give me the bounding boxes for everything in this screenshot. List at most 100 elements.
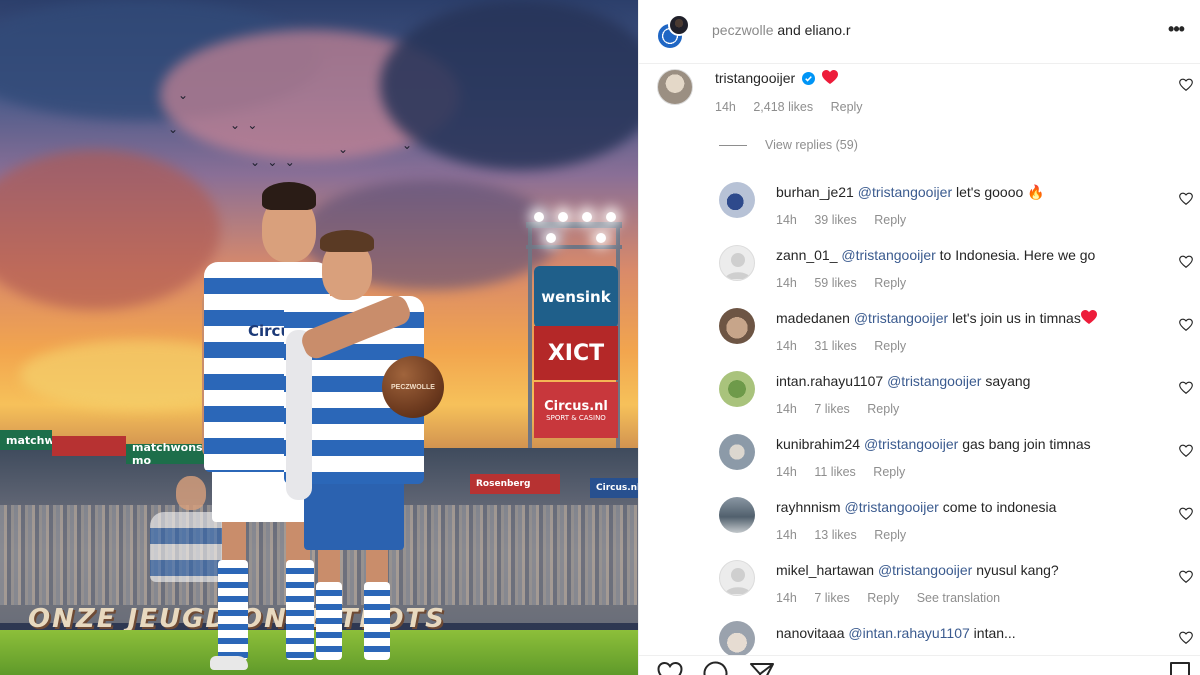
comment-mention[interactable]: @tristangooijer (887, 373, 981, 389)
view-replies-button[interactable]: View replies (59) (719, 138, 858, 152)
post-header: peczwolle and eliano.r ••• (639, 0, 1200, 64)
avatar[interactable] (719, 497, 755, 533)
reply-button[interactable]: Reply (873, 465, 905, 479)
avatar[interactable] (719, 371, 755, 407)
comment-panel: peczwolle and eliano.r ••• tristangooije… (638, 0, 1200, 675)
comment-time: 14h (776, 339, 797, 353)
reply-comment: nanovitaaa @intan.rahayu1107 intan... (639, 619, 1200, 655)
cloud (0, 150, 220, 310)
like-comment-icon[interactable] (1179, 570, 1193, 584)
comment-username[interactable]: nanovitaaa (776, 625, 845, 641)
avatar-placeholder[interactable] (719, 245, 755, 281)
comment-body: nyusul kang? (976, 562, 1059, 578)
comment-username[interactable]: intan.rahayu1107 (776, 373, 883, 389)
comment-likes[interactable]: 59 likes (814, 276, 856, 290)
comment-mention[interactable]: @tristangooijer (844, 499, 938, 515)
reply-button[interactable]: Reply (874, 213, 906, 227)
see-translation-button[interactable]: See translation (917, 591, 1000, 605)
comment-username[interactable]: tristangooijer (715, 70, 795, 86)
like-comment-icon[interactable] (1179, 318, 1193, 332)
like-comment-icon[interactable] (1179, 631, 1193, 645)
floodlight (558, 212, 568, 222)
comment-text: kunibrahim24 @tristangooijer gas bang jo… (776, 436, 1091, 452)
collab-avatars[interactable] (656, 14, 690, 50)
share-icon[interactable] (749, 661, 775, 675)
billboard-text: Circus.nl (544, 398, 608, 414)
ad-board-text: Circus.nl (596, 483, 638, 493)
comment-likes[interactable]: 11 likes (814, 465, 855, 479)
comment-username[interactable]: zann_01_ (776, 247, 838, 263)
comment-username[interactable]: burhan_je21 (776, 184, 854, 200)
reply-button[interactable]: Reply (874, 339, 906, 353)
like-comment-icon[interactable] (1179, 444, 1193, 458)
author-link[interactable]: eliano.r (805, 22, 851, 38)
ad-board: Circus.nl (590, 478, 638, 498)
post-authors: peczwolle and eliano.r (712, 22, 851, 38)
reply-comment: mikel_hartawan @tristangooijer nyusul ka… (639, 556, 1200, 616)
comment-time: 14h (715, 100, 736, 114)
comment-text: tristangooijer (715, 70, 838, 86)
comment-likes[interactable]: 13 likes (814, 528, 856, 542)
player-hair (262, 182, 316, 210)
boy-hair (320, 230, 374, 252)
comment-username[interactable]: mikel_hartawan (776, 562, 874, 578)
billboard-text: XICT (547, 340, 605, 366)
reply-button[interactable]: Reply (874, 528, 906, 542)
avatar[interactable] (719, 434, 755, 470)
author-link[interactable]: peczwolle (712, 22, 773, 38)
red-heart-emoji (1080, 310, 1097, 324)
comment-mention[interactable]: @tristangooijer (854, 310, 948, 326)
comment-text: intan.rahayu1107 @tristangooijer sayang (776, 373, 1030, 389)
like-icon[interactable] (657, 661, 683, 675)
ad-board: matchwons (0, 430, 77, 450)
reply-button[interactable]: Reply (874, 276, 906, 290)
like-comment-icon[interactable] (1179, 192, 1193, 206)
comment-mention[interactable]: @tristangooijer (864, 436, 958, 452)
avatar[interactable] (719, 182, 755, 218)
comment-likes[interactable]: 39 likes (814, 213, 856, 227)
comment-meta: 14h 2,418 likes Reply (715, 100, 877, 114)
floodlight-pole (528, 222, 532, 472)
comment-mention[interactable]: @tristangooijer (878, 562, 972, 578)
billboard-text: wensink (541, 288, 611, 306)
like-comment-icon[interactable] (1179, 507, 1193, 521)
reply-button[interactable]: Reply (867, 591, 899, 605)
comment-mention[interactable]: @tristangooijer (841, 247, 935, 263)
reply-button[interactable]: Reply (831, 100, 863, 114)
ad-board-text: Rosenberg (476, 479, 531, 489)
floodlight (546, 233, 556, 243)
avatar-placeholder[interactable] (719, 560, 755, 596)
comment-meta: 14h 59 likes Reply (776, 276, 920, 290)
comment-likes[interactable]: 7 likes (814, 591, 849, 605)
comment-likes[interactable]: 2,418 likes (753, 100, 813, 114)
post-image[interactable]: ⌄ ⌄ ⌄ ⌄ ⌄ ⌄ ⌄ ⌄ ⌄ wensink XICT Circus.nl… (0, 0, 638, 675)
save-icon[interactable] (1167, 661, 1193, 675)
avatar[interactable] (657, 69, 693, 105)
more-horizontal-icon[interactable]: ••• (1165, 18, 1187, 40)
reply-button[interactable]: Reply (867, 402, 899, 416)
like-comment-icon[interactable] (1179, 78, 1193, 92)
comment-body: sayang (985, 373, 1031, 389)
avatar[interactable] (719, 308, 755, 344)
comment-likes[interactable]: 31 likes (814, 339, 856, 353)
boy-sock (364, 582, 390, 660)
default-avatar-icon (725, 253, 751, 279)
comment-time: 14h (776, 591, 797, 605)
post-action-bar (639, 655, 1200, 675)
comment-likes[interactable]: 7 likes (814, 402, 849, 416)
floodlight (534, 212, 544, 222)
comment-icon[interactable] (703, 661, 729, 675)
comment-username[interactable]: kunibrahim24 (776, 436, 860, 452)
comment-mention[interactable]: @tristangooijer (858, 184, 952, 200)
like-comment-icon[interactable] (1179, 255, 1193, 269)
reply-comment: burhan_je21 @tristangooijer let's goooo … (639, 178, 1200, 238)
billboard-xict: XICT (534, 326, 618, 380)
comment-username[interactable]: rayhnnism (776, 499, 841, 515)
comment-meta: 14h 11 likes Reply (776, 465, 919, 479)
birds: ⌄ ⌄ ⌄ (250, 155, 297, 169)
player-boot (210, 656, 248, 670)
avatar[interactable] (719, 621, 755, 655)
like-comment-icon[interactable] (1179, 381, 1193, 395)
comment-username[interactable]: madedanen (776, 310, 850, 326)
comment-mention[interactable]: @intan.rahayu1107 (848, 625, 969, 641)
